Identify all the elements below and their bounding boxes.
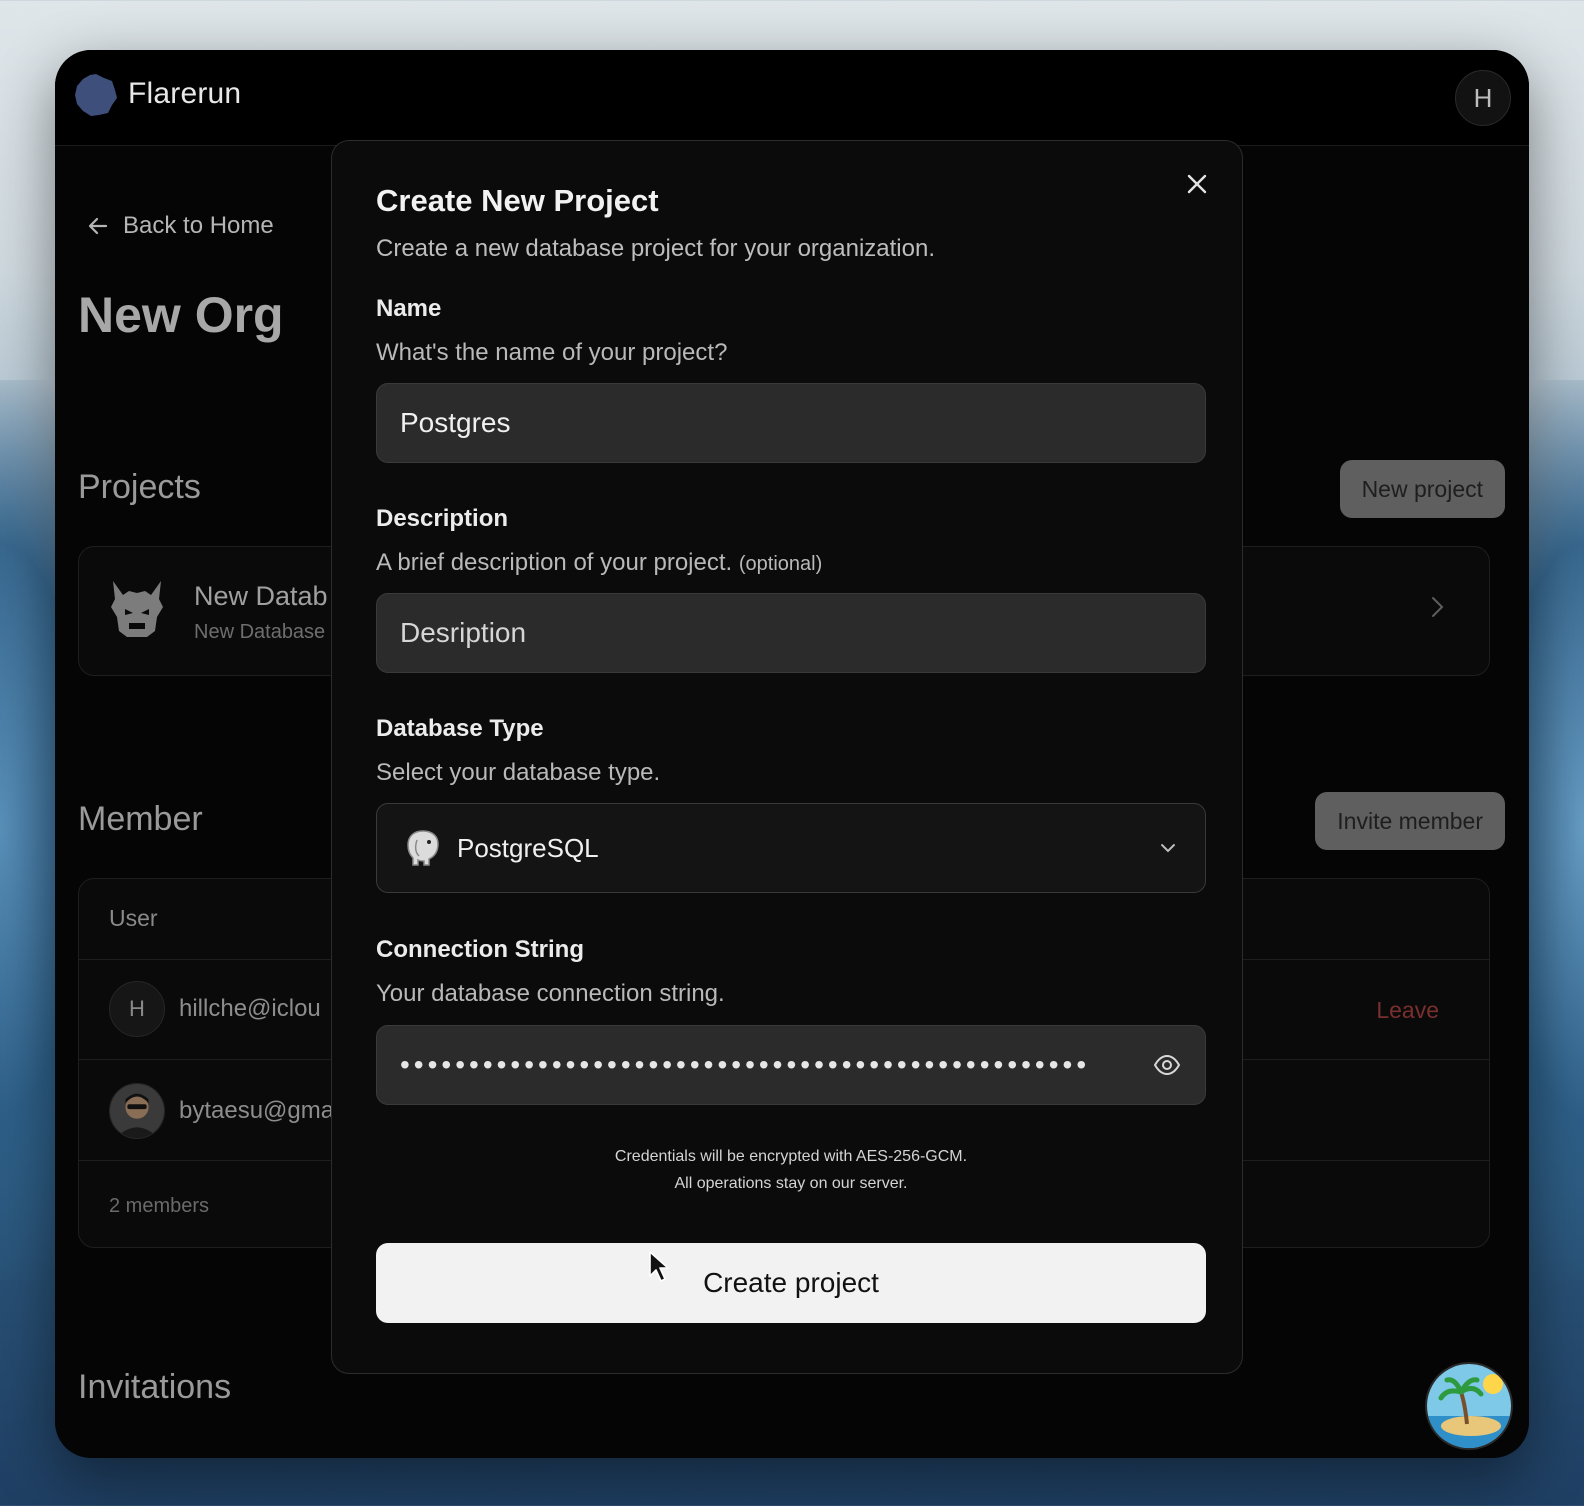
island-icon bbox=[1427, 1364, 1511, 1448]
description-field-box bbox=[376, 593, 1206, 673]
eye-icon[interactable] bbox=[1152, 1050, 1182, 1080]
name-label: Name bbox=[376, 295, 442, 322]
name-input[interactable] bbox=[400, 407, 1182, 439]
column-user: User bbox=[109, 905, 158, 931]
projects-title: Projects bbox=[78, 468, 201, 506]
arrow-left-icon bbox=[88, 217, 108, 235]
member-title: Member bbox=[78, 800, 203, 838]
invite-member-button[interactable]: Invite member bbox=[1315, 792, 1505, 850]
create-project-button[interactable]: Create project bbox=[376, 1243, 1206, 1323]
note-line-1: Credentials will be encrypted with AES-2… bbox=[614, 1148, 968, 1165]
note-line-2: All operations stay on our server. bbox=[674, 1175, 908, 1192]
project-mascot-icon bbox=[111, 581, 163, 637]
connection-string-help: Your database connection string. bbox=[376, 980, 725, 1007]
member-email: hillche@iclou bbox=[179, 995, 321, 1022]
new-project-button[interactable]: New project bbox=[1339, 460, 1505, 518]
database-type-value: PostgreSQL bbox=[457, 832, 599, 863]
optional-tag: (optional) bbox=[738, 553, 823, 575]
corner-app-avatar[interactable] bbox=[1425, 1362, 1513, 1450]
members-count: 2 members bbox=[109, 1195, 210, 1217]
create-project-dialog: Create New Project Create a new database… bbox=[331, 140, 1243, 1374]
project-subtitle: New Database bbox=[194, 621, 326, 643]
mouse-cursor-icon bbox=[649, 1251, 669, 1282]
invitations-title: Invitations bbox=[78, 1368, 232, 1406]
member-photo-avatar bbox=[109, 1083, 165, 1139]
description-input[interactable] bbox=[400, 617, 1182, 649]
close-icon[interactable] bbox=[1182, 169, 1212, 199]
description-help-text: A brief description of your project. bbox=[376, 549, 733, 576]
database-type-select[interactable]: PostgreSQL bbox=[376, 803, 1206, 893]
chevron-right-icon bbox=[1432, 597, 1444, 617]
leave-link[interactable]: Leave bbox=[1376, 997, 1439, 1024]
connection-string-label: Connection String bbox=[376, 936, 584, 963]
app-name: Flarerun bbox=[128, 77, 242, 110]
dialog-title: Create New Project bbox=[376, 183, 659, 218]
person-photo-icon bbox=[110, 1084, 164, 1138]
flarerun-logo-icon bbox=[75, 74, 117, 116]
description-help: A brief description of your project. (op… bbox=[376, 549, 822, 577]
project-name: New Datab bbox=[194, 581, 328, 611]
connection-string-masked: ••••••••••••••••••••••••••••••••••••••••… bbox=[400, 1049, 1091, 1080]
dialog-subtitle: Create a new database project for your o… bbox=[376, 235, 935, 262]
connection-string-input[interactable]: ••••••••••••••••••••••••••••••••••••••••… bbox=[376, 1025, 1206, 1105]
org-title: New Org bbox=[78, 287, 284, 343]
name-help: What's the name of your project? bbox=[376, 339, 728, 366]
description-label: Description bbox=[376, 505, 509, 532]
member-avatar: H bbox=[109, 981, 165, 1037]
back-to-home-label: Back to Home bbox=[123, 212, 274, 239]
chevron-down-icon bbox=[1161, 844, 1175, 853]
postgresql-elephant-icon bbox=[407, 830, 439, 866]
back-to-home-link[interactable]: Back to Home bbox=[87, 212, 274, 240]
user-avatar[interactable]: H bbox=[1455, 70, 1511, 126]
member-email: bytaesu@gma bbox=[179, 1097, 335, 1124]
encryption-note: Credentials will be encrypted with AES-2… bbox=[376, 1143, 1206, 1197]
database-type-help: Select your database type. bbox=[376, 759, 661, 786]
database-type-label: Database Type bbox=[376, 715, 544, 742]
top-bar: Flarerun H bbox=[55, 50, 1529, 146]
name-field-box bbox=[376, 383, 1206, 463]
